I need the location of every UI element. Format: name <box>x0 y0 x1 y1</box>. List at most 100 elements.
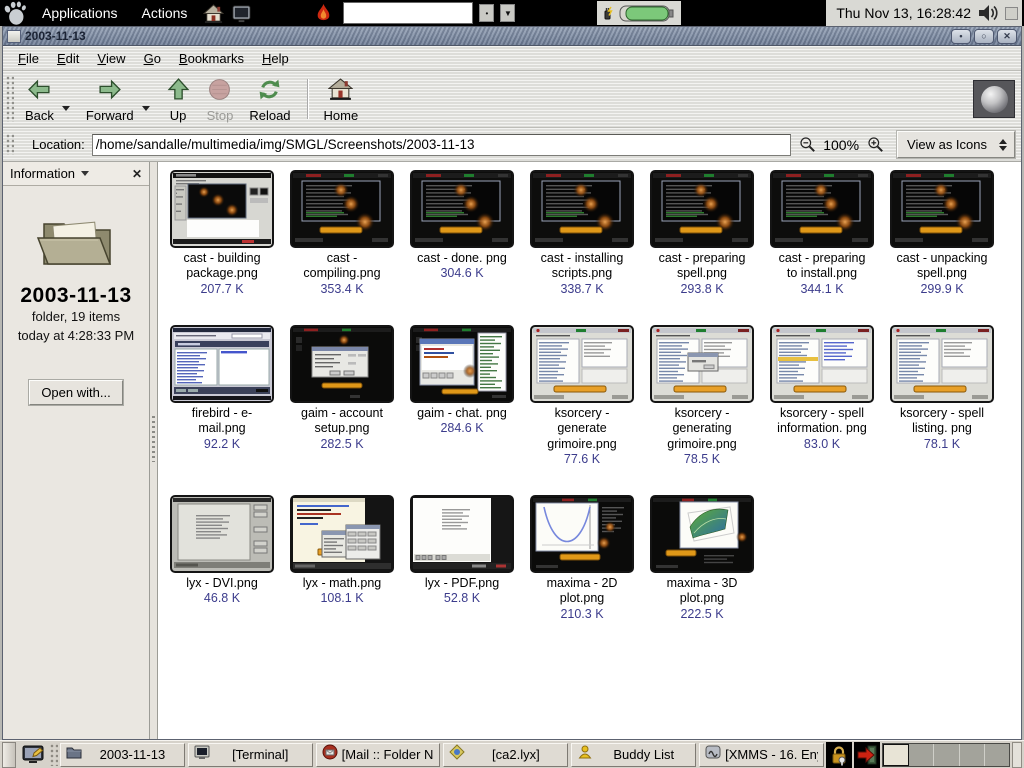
workspace-4[interactable] <box>960 744 985 766</box>
toolbar-grip[interactable] <box>6 76 14 122</box>
location-input[interactable] <box>92 134 791 156</box>
file-name: lyx - DVI.png <box>173 576 271 591</box>
back-history-dropdown-icon[interactable] <box>62 106 70 111</box>
file-thumbnail[interactable] <box>290 170 394 248</box>
icon-view[interactable]: cast - building package.png207.7 K cast … <box>158 162 1021 739</box>
log-out-icon[interactable] <box>854 742 880 768</box>
task-button-lyx[interactable]: [ca2.lyx] <box>443 743 568 767</box>
task-button-xmms[interactable]: [XMMS - 16. Enya <box>699 743 824 767</box>
sidebar-close-icon[interactable]: ✕ <box>132 167 142 181</box>
file-thumbnail[interactable] <box>530 495 634 573</box>
file-thumbnail[interactable] <box>290 495 394 573</box>
open-with-button[interactable]: Open with... <box>29 380 122 405</box>
file-thumbnail[interactable] <box>770 325 874 403</box>
menu-go[interactable]: Go <box>135 46 170 70</box>
workspace-2[interactable] <box>909 744 934 766</box>
menu-file[interactable]: File <box>9 46 48 70</box>
screenshot-applet-icon[interactable] <box>18 743 48 767</box>
file-item[interactable]: cast - preparing spell.png293.8 K <box>642 170 762 296</box>
cmdline-dropdown-button[interactable]: ▼ <box>500 4 515 22</box>
panel-hide-button[interactable] <box>2 742 16 768</box>
taskbar-grip[interactable] <box>50 744 58 766</box>
actions-menu[interactable]: Actions <box>132 0 198 26</box>
view-mode-dropdown[interactable]: View as Icons <box>897 131 1015 158</box>
task-button-buddy[interactable]: Buddy List <box>571 743 696 767</box>
menu-bookmarks[interactable]: Bookmarks <box>170 46 253 70</box>
workspace-3[interactable] <box>934 744 959 766</box>
window-title-bar[interactable]: 2003-11-13 • ○ ✕ <box>3 27 1021 46</box>
file-thumbnail[interactable] <box>650 170 754 248</box>
menu-view[interactable]: View <box>88 46 134 70</box>
battery-applet[interactable] <box>597 1 681 25</box>
file-item[interactable]: cast - building package.png207.7 K <box>162 170 282 296</box>
back-button[interactable]: Back <box>17 73 62 126</box>
zoom-in-icon[interactable] <box>866 136 884 154</box>
file-item[interactable]: cast - compiling.png353.4 K <box>282 170 402 296</box>
reload-button[interactable]: Reload <box>241 73 298 126</box>
gnome-foot-icon[interactable] <box>2 1 28 25</box>
command-line-applet-input[interactable] <box>343 2 473 24</box>
file-thumbnail[interactable] <box>410 495 514 573</box>
file-item[interactable]: firebird - e-mail.png92.2 K <box>162 325 282 466</box>
close-button[interactable]: ✕ <box>997 29 1017 44</box>
home-button[interactable]: Home <box>316 73 367 126</box>
file-item[interactable]: ksorcery - spell listing. png78.1 K <box>882 325 1002 466</box>
file-thumbnail[interactable] <box>170 170 274 248</box>
file-item[interactable]: cast - preparing to install.png344.1 K <box>762 170 882 296</box>
maximize-button[interactable]: ○ <box>974 29 994 44</box>
zoom-out-icon[interactable] <box>798 136 816 154</box>
file-item[interactable]: ksorcery - generate grimoire.png77.6 K <box>522 325 642 466</box>
task-button-terminal[interactable]: [Terminal] <box>188 743 313 767</box>
workspace-5[interactable] <box>985 744 1009 766</box>
file-thumbnail[interactable] <box>290 325 394 403</box>
file-thumbnail[interactable] <box>530 170 634 248</box>
location-bar-grip[interactable] <box>6 134 14 155</box>
forward-history-dropdown-icon[interactable] <box>142 106 150 111</box>
task-label: [Terminal] <box>214 747 307 762</box>
file-item[interactable]: cast - unpacking spell.png299.9 K <box>882 170 1002 296</box>
file-item[interactable]: LISP maxima - 3D plot.png222.5 K <box>642 495 762 621</box>
pager-handle[interactable] <box>1012 742 1022 768</box>
file-item[interactable]: lyx - math.png108.1 K <box>282 495 402 621</box>
clock-applet[interactable]: Thu Nov 13, 16:28:42 <box>826 0 1022 26</box>
file-thumbnail[interactable] <box>530 325 634 403</box>
sidebar-header[interactable]: Information ✕ <box>3 162 149 186</box>
file-thumbnail[interactable] <box>170 495 274 573</box>
task-button-mail[interactable]: [Mail :: Folder Navi <box>316 743 441 767</box>
flame-launcher-icon[interactable] <box>311 1 335 25</box>
home-launcher-icon[interactable] <box>201 1 225 25</box>
file-item[interactable]: ksorcery - generating grimoire.png78.5 K <box>642 325 762 466</box>
minimize-button[interactable]: • <box>951 29 971 44</box>
workspace-1[interactable] <box>883 744 909 766</box>
file-item[interactable]: maxima - 2D plot.png210.3 K <box>522 495 642 621</box>
terminal-launcher-icon[interactable] <box>229 1 253 25</box>
file-item[interactable]: lyx - DVI.png46.8 K <box>162 495 282 621</box>
volume-icon[interactable] <box>977 3 999 23</box>
file-thumbnail[interactable] <box>890 325 994 403</box>
file-item[interactable]: cast - done. png304.6 K <box>402 170 522 296</box>
lock-screen-icon[interactable] <box>826 742 852 768</box>
file-item[interactable]: gaim - account setup.png282.5 K <box>282 325 402 466</box>
sidebar-splitter[interactable] <box>150 162 158 739</box>
task-button-folder[interactable]: 2003-11-13 <box>60 743 185 767</box>
applications-menu[interactable]: Applications <box>32 0 128 26</box>
cmdline-dot-button[interactable]: • <box>479 4 494 22</box>
file-thumbnail[interactable] <box>890 170 994 248</box>
file-item[interactable]: ksorcery - spell information. png83.0 K <box>762 325 882 466</box>
menu-help[interactable]: Help <box>253 46 298 70</box>
file-size: 83.0 K <box>804 437 840 451</box>
tray-icon[interactable] <box>1005 7 1018 20</box>
file-item[interactable]: cast - installing scripts.png338.7 K <box>522 170 642 296</box>
forward-button[interactable]: Forward <box>78 73 142 126</box>
file-thumbnail[interactable] <box>770 170 874 248</box>
file-item[interactable]: lyx - PDF.png52.8 K <box>402 495 522 621</box>
file-thumbnail[interactable]: LISP <box>650 495 754 573</box>
file-thumbnail[interactable] <box>650 325 754 403</box>
file-thumbnail[interactable] <box>410 170 514 248</box>
file-thumbnail[interactable] <box>410 325 514 403</box>
file-thumbnail[interactable] <box>170 325 274 403</box>
menu-edit[interactable]: Edit <box>48 46 88 70</box>
up-button[interactable]: Up <box>158 73 199 126</box>
file-item[interactable]: gaim - chat. png284.6 K <box>402 325 522 466</box>
window-list: 2003-11-13 [Terminal] [Mail :: Folder Navi… <box>60 743 824 767</box>
